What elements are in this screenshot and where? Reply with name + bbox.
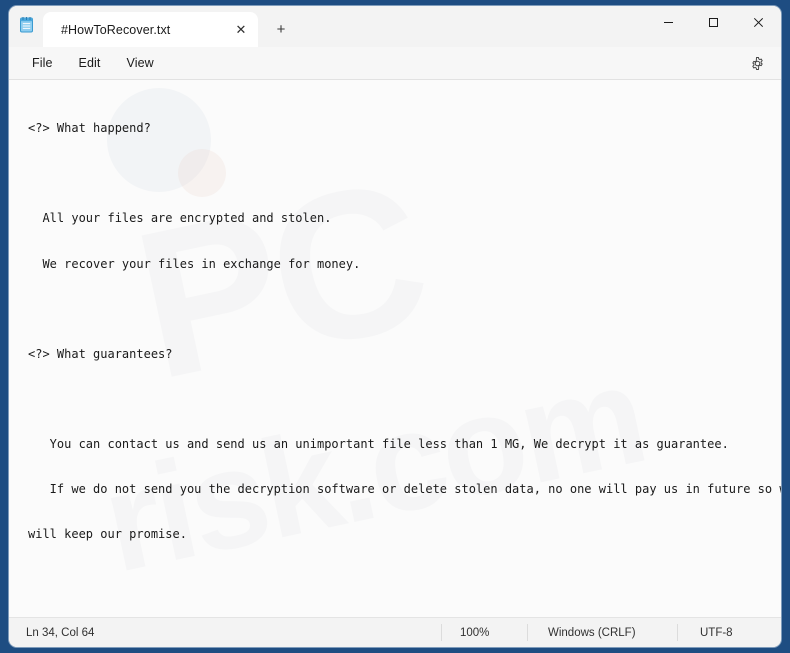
minimize-icon xyxy=(664,22,673,23)
minimize-button[interactable] xyxy=(646,6,691,39)
text-line: <?> What happend? xyxy=(28,121,151,136)
document-text[interactable]: <?> What happend? All your files are enc… xyxy=(9,80,781,617)
text-line: If we do not send you the decryption sof… xyxy=(28,482,781,497)
title-bar: #HowToRecover.txt ✕ + xyxy=(9,6,781,47)
tab-howtorecover[interactable]: #HowToRecover.txt ✕ xyxy=(43,12,258,47)
menu-file[interactable]: File xyxy=(19,51,66,75)
text-line-part: If we do not send you the decryption sof… xyxy=(49,482,781,497)
text-line: All your files are encrypted and stolen. xyxy=(28,211,332,226)
text-line xyxy=(28,392,781,407)
line-ending[interactable]: Windows (CRLF) xyxy=(527,624,677,641)
close-tab-icon[interactable]: ✕ xyxy=(228,17,254,43)
menu-bar: File Edit View xyxy=(9,47,781,80)
maximize-icon xyxy=(709,18,718,27)
maximize-button[interactable] xyxy=(691,6,736,39)
text-line: <?> What guarantees? xyxy=(28,346,173,361)
encoding[interactable]: UTF-8 xyxy=(677,624,781,641)
text-line-wrapped: will keep our promise. xyxy=(28,527,187,542)
window-controls xyxy=(646,6,781,39)
close-icon xyxy=(753,17,764,28)
text-line xyxy=(28,166,781,181)
new-tab-button[interactable]: + xyxy=(264,14,298,44)
text-line: We recover your files in exchange for mo… xyxy=(28,256,361,271)
notepad-window: #HowToRecover.txt ✕ + File Edit View PC … xyxy=(9,6,781,647)
status-bar: Ln 34, Col 64 100% Windows (CRLF) UTF-8 xyxy=(9,617,781,647)
cursor-position: Ln 34, Col 64 xyxy=(26,626,95,639)
text-line: You can contact us and send us an unimpo… xyxy=(28,437,729,452)
editor-area[interactable]: PC risk.com <?> What happend? All your f… xyxy=(9,80,781,617)
zoom-level[interactable]: 100% xyxy=(441,624,527,641)
menu-edit[interactable]: Edit xyxy=(66,51,114,75)
notepad-icon xyxy=(9,6,43,47)
text-line xyxy=(28,573,781,588)
gear-icon xyxy=(751,56,763,70)
close-window-button[interactable] xyxy=(736,6,781,39)
tab-title: #HowToRecover.txt xyxy=(61,22,171,37)
tab-strip: #HowToRecover.txt ✕ + xyxy=(43,6,298,47)
menu-view[interactable]: View xyxy=(114,51,167,75)
text-line xyxy=(28,302,781,317)
settings-button[interactable] xyxy=(743,50,771,76)
desktop-background: #HowToRecover.txt ✕ + File Edit View PC … xyxy=(0,0,790,653)
